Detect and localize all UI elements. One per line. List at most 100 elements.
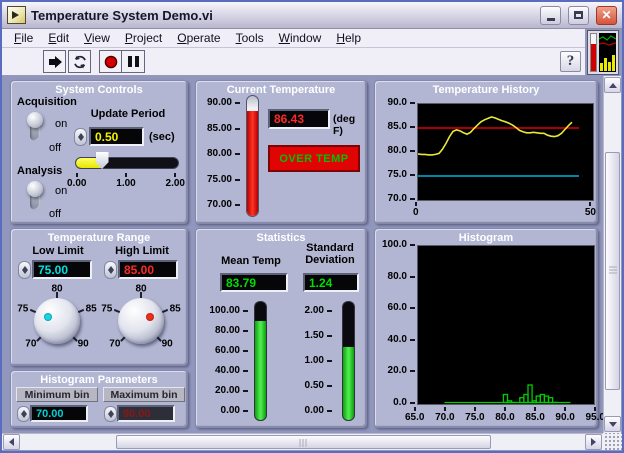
menu-tools[interactable]: Tools	[229, 31, 272, 45]
run-icon	[47, 54, 63, 70]
tick-label: 100.00	[209, 306, 240, 316]
minimum-bin-spinner[interactable]	[17, 406, 30, 422]
run-button[interactable]	[43, 50, 66, 73]
vertical-scrollbar[interactable]	[603, 76, 621, 433]
knob-tick-label: 75	[17, 303, 28, 314]
vertical-scrollbar-thumb[interactable]	[605, 152, 620, 390]
chart-title: Temperature History	[375, 84, 597, 96]
resize-grip[interactable]	[603, 433, 622, 450]
maximize-button[interactable]	[568, 6, 589, 25]
tick-label: 75.0	[388, 170, 407, 180]
low-limit-input[interactable]: 75.00	[32, 260, 92, 279]
tick-label: 40.0	[388, 335, 407, 345]
mean-temp-bar-scale: 100.0080.0060.0040.0020.000.00	[198, 306, 248, 416]
menu-operate[interactable]: Operate	[170, 31, 228, 45]
run-continuously-button[interactable]	[68, 50, 91, 73]
menu-edit[interactable]: Edit	[41, 31, 77, 45]
low-limit-knob[interactable]: 7075808590	[15, 281, 99, 361]
thermometer-scale: 90.0085.0080.0075.0070.00	[200, 98, 240, 210]
acquisition-on-label: on	[55, 118, 67, 130]
temperature-history-chart	[417, 103, 594, 201]
minimum-bin-input[interactable]: 70.00	[30, 405, 88, 422]
acquisition-off-label: off	[49, 142, 61, 154]
tick-label: 80.00	[215, 326, 240, 336]
horizontal-scrollbar[interactable]	[2, 433, 603, 450]
menu-window[interactable]: Window	[272, 31, 330, 45]
menubar: FileEditViewProjectOperateToolsWindowHel…	[2, 29, 585, 48]
tick-label: 60.0	[388, 303, 407, 313]
scroll-down-button[interactable]	[604, 416, 621, 432]
tick-label: 65.0	[405, 412, 424, 423]
tick-label: 85.0	[525, 412, 544, 423]
minimize-button[interactable]	[540, 6, 561, 25]
knob-tick-label: 80	[51, 284, 62, 295]
tick-label: 85.0	[388, 122, 407, 132]
scroll-up-button[interactable]	[604, 77, 621, 93]
tick-label: 0.00	[221, 406, 240, 416]
knob-tick-label: 90	[162, 338, 173, 349]
update-period-unit: (sec)	[149, 131, 175, 143]
horizontal-scrollbar-thumb[interactable]	[116, 435, 491, 449]
panel-title: Temperature Range	[11, 232, 187, 244]
histogram-y-axis: 100.080.060.040.020.00.0	[377, 240, 415, 408]
knob-face[interactable]	[34, 298, 80, 344]
menu-file[interactable]: File	[7, 31, 41, 45]
high-limit-knob[interactable]: 7075808590	[99, 281, 183, 361]
tick-label: 0.50	[305, 381, 324, 391]
history-y-axis: 90.085.080.075.070.0	[377, 98, 415, 204]
pause-icon	[128, 56, 139, 67]
update-period-slider[interactable]	[75, 157, 179, 169]
tick-label: 20.0	[388, 366, 407, 376]
standard-deviation-label: Standard Deviation	[298, 242, 362, 266]
menu-project[interactable]: Project	[118, 31, 170, 45]
close-button[interactable]: ✕	[596, 6, 617, 25]
maximum-bin-input[interactable]: 90.00	[117, 405, 175, 422]
tick-label: 70.0	[388, 194, 407, 204]
pause-button[interactable]	[122, 50, 145, 73]
vi-icon-mini-chart	[599, 33, 616, 72]
high-limit-spinner[interactable]	[104, 261, 117, 279]
tick-label: 75.0	[465, 412, 484, 423]
panel-title: Current Temperature	[196, 84, 366, 96]
knob-tick-label: 75	[101, 303, 112, 314]
continuous-run-icon	[72, 54, 88, 70]
tick-label: 20.00	[215, 386, 240, 396]
vi-icon-thermometer	[590, 33, 597, 72]
analysis-switch[interactable]	[25, 181, 45, 213]
update-period-spinner[interactable]	[74, 128, 87, 146]
labview-window: Temperature System Demo.vi ✕ FileEditVie…	[0, 0, 624, 453]
knob-pointer-dot	[44, 313, 52, 321]
tick-label: 1.00	[116, 178, 135, 189]
scroll-left-button[interactable]	[3, 434, 20, 450]
maximum-bin-spinner[interactable]	[104, 406, 117, 422]
acquisition-switch[interactable]	[25, 112, 45, 144]
window-title: Temperature System Demo.vi	[31, 8, 533, 23]
knob-face[interactable]	[118, 298, 164, 344]
minimize-icon	[547, 18, 555, 21]
over-temp-indicator: OVER TEMP	[268, 145, 360, 172]
panel-current-temperature: Current Temperature 90.0085.0080.0075.00…	[195, 80, 367, 224]
scroll-right-button[interactable]	[585, 434, 602, 450]
panel-histogram: Histogram 100.080.060.040.020.00.0 65.07…	[374, 228, 598, 428]
knob-tick-label: 85	[86, 303, 97, 314]
std-dev-bar	[342, 301, 355, 421]
menu-view[interactable]: View	[77, 31, 118, 45]
update-period-input[interactable]: 0.50	[89, 127, 144, 146]
tick-label: 0	[413, 207, 419, 218]
tick-label: 80.00	[207, 149, 232, 159]
panel-temperature-history: Temperature History 90.085.080.075.070.0…	[374, 80, 598, 224]
standard-deviation-display: 1.24	[303, 273, 359, 292]
panel-statistics: Statistics Mean Temp Standard Deviation …	[195, 228, 367, 428]
tick-label: 90.0	[555, 412, 574, 423]
panel-temperature-range: Temperature Range Low Limit High Limit 7…	[10, 228, 188, 366]
maximum-bin-label: Maximum bin	[103, 387, 185, 402]
tick-label: 70.0	[435, 412, 454, 423]
tick-label: 90.0	[388, 98, 407, 108]
help-button[interactable]: ?	[560, 51, 581, 72]
low-limit-spinner[interactable]	[18, 261, 31, 279]
tick-label: 50	[585, 207, 596, 218]
abort-button[interactable]	[99, 50, 122, 73]
abort-icon	[103, 54, 119, 70]
high-limit-input[interactable]: 85.00	[118, 260, 178, 279]
menu-help[interactable]: Help	[329, 31, 369, 45]
